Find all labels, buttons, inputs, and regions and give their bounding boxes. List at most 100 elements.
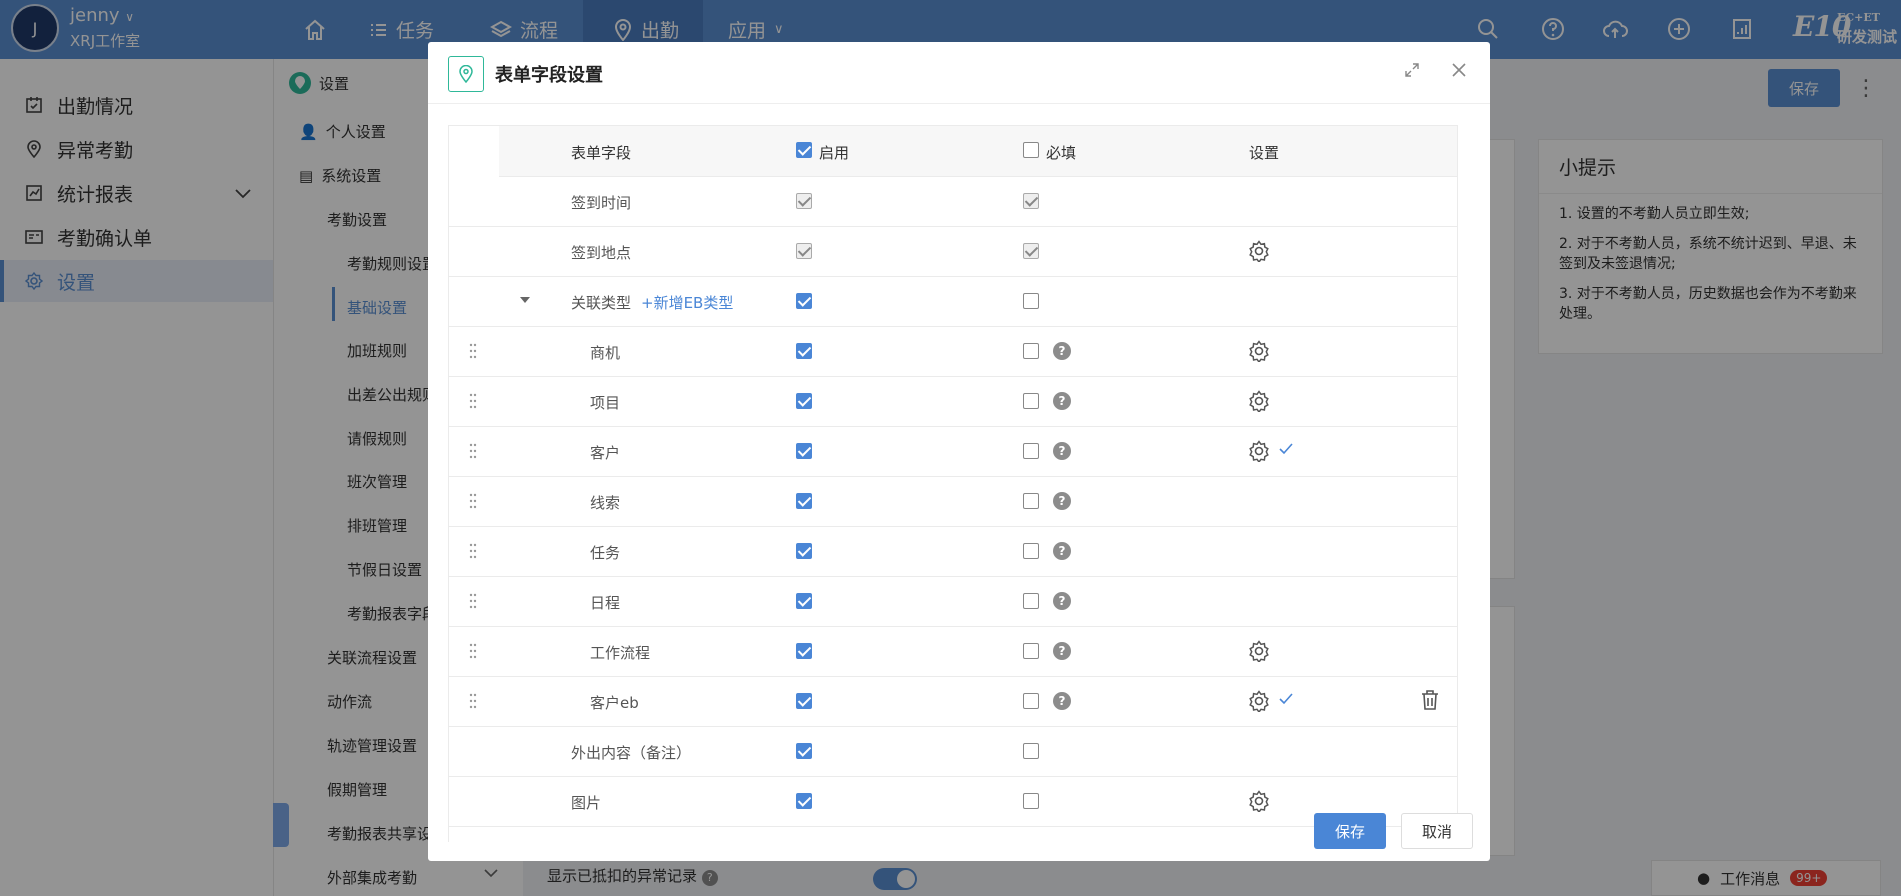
enable-checkbox[interactable] xyxy=(796,493,812,509)
required-checkbox[interactable] xyxy=(1023,693,1039,709)
required-checkbox xyxy=(1023,243,1039,259)
table-header-spacer xyxy=(449,126,499,177)
field-name: 任务 xyxy=(590,544,621,562)
drag-handle-icon[interactable] xyxy=(469,543,477,559)
field-name: 线索 xyxy=(590,494,621,512)
enable-checkbox[interactable] xyxy=(796,543,812,559)
field-name: 商机 xyxy=(590,344,621,362)
help-icon[interactable]: ? xyxy=(1053,692,1071,710)
required-checkbox[interactable] xyxy=(1023,743,1039,759)
table-row: 商机? xyxy=(449,327,1457,377)
enable-checkbox[interactable] xyxy=(796,393,812,409)
help-icon[interactable]: ? xyxy=(1053,492,1071,510)
required-checkbox[interactable] xyxy=(1023,543,1039,559)
field-label: 商机 xyxy=(590,342,620,363)
expand-icon[interactable] xyxy=(1404,62,1420,82)
drag-handle-icon[interactable] xyxy=(469,393,477,409)
field-name: 关联类型 xyxy=(571,294,632,312)
field-label: 外出内容（备注） xyxy=(571,742,691,763)
help-icon[interactable]: ? xyxy=(1053,392,1071,410)
field-label: 客户 xyxy=(590,442,620,463)
field-label: 项目 xyxy=(590,392,620,413)
modal-save-button[interactable]: 保存 xyxy=(1314,813,1386,849)
gear-icon[interactable] xyxy=(1248,440,1270,464)
field-name: 项目 xyxy=(590,394,621,412)
column-field: 表单字段 xyxy=(571,144,632,162)
help-icon[interactable]: ? xyxy=(1053,642,1071,660)
table-row: 签到地点 xyxy=(449,227,1457,277)
enable-checkbox xyxy=(796,243,812,259)
gear-icon[interactable] xyxy=(1248,640,1270,664)
drag-handle-icon[interactable] xyxy=(469,593,477,609)
enable-checkbox[interactable] xyxy=(796,693,812,709)
field-name: 图片 xyxy=(571,794,602,812)
gear-icon[interactable] xyxy=(1248,390,1270,414)
table-row: 线索? xyxy=(449,477,1457,527)
trash-icon[interactable] xyxy=(1420,689,1440,715)
enable-checkbox[interactable] xyxy=(796,293,812,309)
caret-down-icon[interactable] xyxy=(520,297,530,303)
required-checkbox[interactable] xyxy=(1023,343,1039,359)
drag-handle-icon[interactable] xyxy=(469,343,477,359)
field-label: 签到时间 xyxy=(571,192,631,213)
gear-icon[interactable] xyxy=(1248,340,1270,364)
field-name: 签到地点 xyxy=(571,244,632,262)
table-row: 签到时间 xyxy=(449,177,1457,227)
column-settings: 设置 xyxy=(1249,144,1280,162)
required-checkbox[interactable] xyxy=(1023,293,1039,309)
field-label: 关联类型 +新增EB类型 xyxy=(571,292,733,313)
table-row: 客户eb? xyxy=(449,677,1457,727)
gear-icon[interactable] xyxy=(1248,790,1270,814)
required-checkbox[interactable] xyxy=(1023,643,1039,659)
required-checkbox[interactable] xyxy=(1023,493,1039,509)
column-required: 必填 xyxy=(1046,144,1077,162)
required-checkbox[interactable] xyxy=(1023,793,1039,809)
help-icon[interactable]: ? xyxy=(1053,542,1071,560)
enable-checkbox[interactable] xyxy=(796,743,812,759)
table-row: 日程? xyxy=(449,577,1457,627)
field-name: 日程 xyxy=(590,594,621,612)
enable-checkbox[interactable] xyxy=(796,443,812,459)
add-eb-type-link[interactable]: +新增EB类型 xyxy=(641,294,733,312)
form-field-table: 表单字段 启用 必填 设置 签到时间 签到地点 关联类型 +新增EB类型 商机? 项目? 客… xyxy=(448,125,1458,842)
table-row: 外出内容（备注） xyxy=(449,727,1457,777)
required-checkbox[interactable] xyxy=(1023,393,1039,409)
table-row: 工作流程? xyxy=(449,627,1457,677)
enable-all-checkbox[interactable] xyxy=(796,142,812,158)
table-row: 任务? xyxy=(449,527,1457,577)
field-label: 客户eb xyxy=(590,692,639,713)
table-row: 项目? xyxy=(449,377,1457,427)
enable-checkbox[interactable] xyxy=(796,793,812,809)
field-label: 任务 xyxy=(590,542,620,563)
enable-checkbox[interactable] xyxy=(796,593,812,609)
help-icon[interactable]: ? xyxy=(1053,342,1071,360)
table-row: 图片 xyxy=(449,777,1457,827)
enable-checkbox[interactable] xyxy=(796,643,812,659)
field-label: 签到地点 xyxy=(571,242,631,263)
modal-cancel-button[interactable]: 取消 xyxy=(1401,813,1473,849)
drag-handle-icon[interactable] xyxy=(469,643,477,659)
help-icon[interactable]: ? xyxy=(1053,442,1071,460)
required-checkbox[interactable] xyxy=(1023,593,1039,609)
required-checkbox[interactable] xyxy=(1023,443,1039,459)
drag-handle-icon[interactable] xyxy=(469,493,477,509)
column-enable: 启用 xyxy=(819,144,850,162)
field-name: 工作流程 xyxy=(590,644,651,662)
required-all-checkbox[interactable] xyxy=(1023,142,1039,158)
table-row: 关联类型 +新增EB类型 xyxy=(449,277,1457,327)
field-name: 客户eb xyxy=(590,694,639,712)
gear-icon[interactable] xyxy=(1248,690,1270,714)
modal-header: 表单字段设置 xyxy=(428,42,1490,104)
form-field-settings-modal: 表单字段设置 表单字段 启用 必填 设置 签到时间签到地点关联类型 +新增EB类型… xyxy=(428,42,1490,861)
field-label: 日程 xyxy=(590,592,620,613)
drag-handle-icon[interactable] xyxy=(469,443,477,459)
help-icon[interactable]: ? xyxy=(1053,592,1071,610)
drag-handle-icon[interactable] xyxy=(469,693,477,709)
field-label: 工作流程 xyxy=(590,642,650,663)
field-label: 线索 xyxy=(590,492,620,513)
table-row: 客户? xyxy=(449,427,1457,477)
close-icon[interactable] xyxy=(1451,62,1467,82)
field-name: 外出内容（备注） xyxy=(571,744,692,762)
gear-icon[interactable] xyxy=(1248,240,1270,264)
enable-checkbox[interactable] xyxy=(796,343,812,359)
